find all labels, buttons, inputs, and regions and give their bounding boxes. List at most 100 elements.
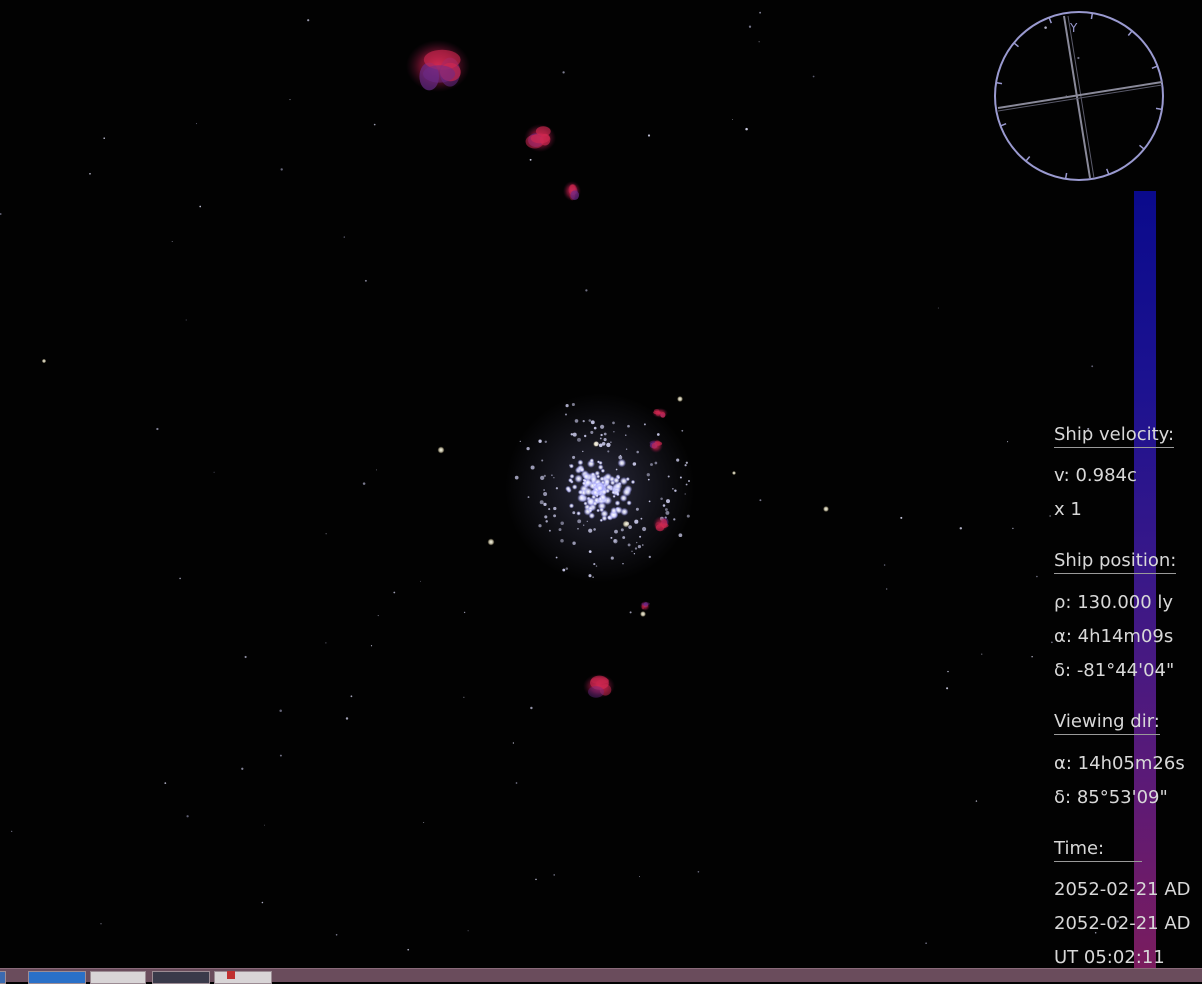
background-star bbox=[981, 653, 983, 655]
cluster-star bbox=[640, 517, 643, 520]
cluster-star bbox=[588, 512, 596, 519]
background-star bbox=[1049, 515, 1051, 517]
cluster-star bbox=[622, 563, 624, 565]
cluster-star bbox=[630, 479, 636, 485]
start-button[interactable] bbox=[0, 971, 6, 984]
cluster-star bbox=[527, 496, 530, 499]
viewing-dir-heading: Viewing dir: bbox=[1054, 711, 1160, 735]
hud-panel: Ship velocity: v: 0.984c x 1 Ship positi… bbox=[1054, 0, 1202, 968]
cluster-star bbox=[592, 500, 598, 507]
cluster-star bbox=[617, 458, 627, 468]
nebula-wisp bbox=[655, 522, 661, 529]
cluster-star bbox=[625, 434, 627, 436]
compass-tick bbox=[1048, 17, 1052, 24]
background-star bbox=[0, 213, 2, 215]
cluster-star bbox=[541, 459, 544, 462]
cluster-star bbox=[539, 500, 544, 505]
cluster-star bbox=[564, 413, 568, 416]
background-star bbox=[350, 695, 353, 698]
cluster-star bbox=[684, 493, 686, 495]
explorer-button[interactable] bbox=[28, 971, 86, 984]
window-button[interactable] bbox=[90, 971, 146, 984]
cluster-star bbox=[595, 565, 598, 567]
cluster-star bbox=[664, 508, 668, 511]
background-star bbox=[195, 123, 198, 125]
cluster-star bbox=[544, 440, 548, 444]
cluster-star bbox=[538, 524, 542, 528]
background-star bbox=[362, 482, 366, 485]
cluster-star bbox=[613, 431, 615, 433]
background-star bbox=[512, 742, 515, 744]
cluster-star bbox=[565, 404, 569, 408]
bright-star bbox=[41, 358, 47, 364]
cluster-star bbox=[555, 556, 558, 559]
background-star bbox=[1051, 641, 1053, 644]
background-star bbox=[100, 923, 102, 925]
cluster-star bbox=[590, 420, 595, 425]
cluster-star bbox=[594, 470, 601, 477]
background-star bbox=[307, 19, 310, 22]
cluster-star bbox=[678, 533, 683, 538]
background-star bbox=[759, 499, 762, 502]
bright-star bbox=[437, 446, 445, 454]
background-star bbox=[376, 469, 378, 471]
cluster-star bbox=[548, 529, 551, 532]
cluster-star bbox=[679, 476, 682, 479]
background-star bbox=[553, 874, 555, 876]
cluster-star bbox=[590, 430, 594, 434]
cluster-star bbox=[601, 515, 608, 522]
cluster-star bbox=[642, 526, 647, 532]
cluster-star bbox=[622, 536, 626, 539]
background-star bbox=[185, 319, 187, 321]
cluster-star bbox=[613, 539, 618, 544]
space-viewport[interactable]: Y Ship velocity: v: 0.984c x 1 Ship posi… bbox=[0, 0, 1202, 968]
rho-label: ρ: bbox=[1054, 592, 1072, 613]
time-factor: x 1 bbox=[1054, 499, 1082, 520]
cluster-star bbox=[619, 454, 622, 457]
background-star bbox=[759, 11, 761, 14]
compass-tick bbox=[1025, 156, 1031, 162]
cluster-star bbox=[611, 490, 616, 495]
cluster-star bbox=[634, 547, 638, 550]
app-button[interactable] bbox=[152, 971, 210, 984]
velocity-value: v: 0.984c bbox=[1054, 465, 1137, 486]
background-star bbox=[732, 118, 734, 120]
nebula-wisp bbox=[651, 442, 658, 449]
background-star bbox=[156, 427, 159, 431]
compass-tick bbox=[1000, 123, 1007, 127]
background-star bbox=[373, 123, 376, 126]
cluster-star bbox=[673, 518, 676, 521]
cluster-star bbox=[626, 500, 632, 506]
cluster-star bbox=[583, 501, 588, 506]
bright-star bbox=[677, 396, 683, 402]
background-star bbox=[423, 821, 425, 823]
background-star bbox=[264, 824, 265, 826]
cluster-star bbox=[588, 419, 592, 422]
volume-button[interactable] bbox=[214, 971, 272, 984]
cluster-star bbox=[572, 455, 576, 459]
background-star bbox=[289, 99, 291, 101]
background-star bbox=[812, 75, 815, 78]
cluster-star bbox=[543, 492, 548, 496]
background-star bbox=[758, 41, 760, 43]
background-star bbox=[925, 942, 927, 944]
cluster-star bbox=[631, 550, 633, 553]
background-star bbox=[681, 429, 684, 432]
nebula-wisp bbox=[661, 523, 669, 528]
cluster-star bbox=[647, 478, 650, 481]
cluster-star bbox=[636, 541, 638, 544]
position-alpha: α: 4h14m09s bbox=[1054, 626, 1173, 647]
view-alpha-value: 14h05m26s bbox=[1077, 753, 1185, 774]
view-delta-label: δ: bbox=[1054, 787, 1072, 808]
cluster-star bbox=[588, 550, 592, 553]
background-star bbox=[946, 687, 949, 690]
cluster-star bbox=[603, 477, 611, 486]
cluster-star bbox=[545, 520, 548, 523]
cluster-star bbox=[609, 480, 616, 486]
speaker-icon bbox=[227, 971, 235, 979]
nebula-wisp bbox=[570, 190, 579, 200]
background-star bbox=[199, 205, 202, 208]
background-star bbox=[937, 307, 939, 309]
cluster-star bbox=[642, 544, 644, 546]
background-star bbox=[171, 241, 173, 243]
